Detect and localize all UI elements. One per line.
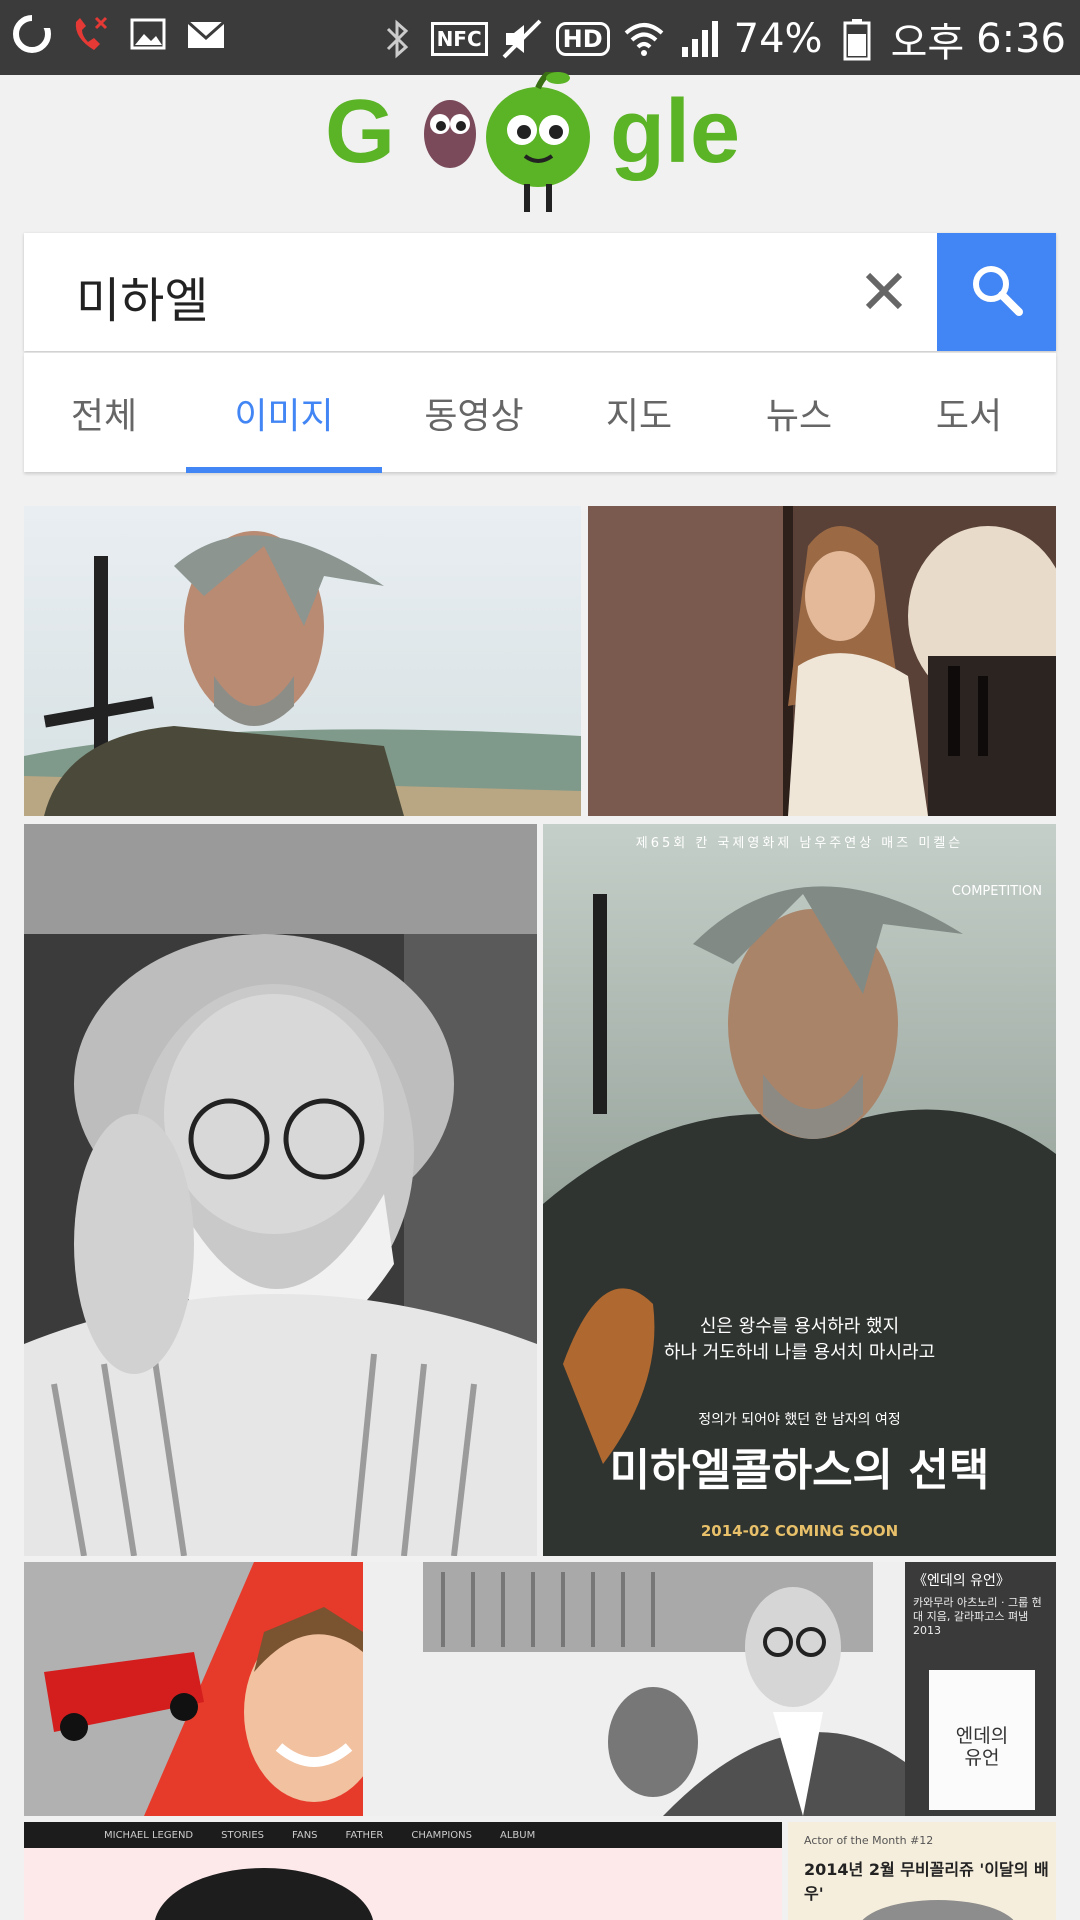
site-nav-item: STORIES: [221, 1829, 265, 1841]
poster-tagline-1: 신은 왕수를 용서하라 했지: [699, 1316, 900, 1337]
hd-icon: HD: [555, 22, 610, 56]
site-nav-item: FATHER: [345, 1829, 384, 1841]
image-result[interactable]: [363, 1562, 905, 1816]
app-icon: [10, 12, 54, 56]
site-nav-item: CHAMPIONS: [411, 1829, 472, 1841]
bluetooth-icon: [375, 17, 419, 61]
book-cover: 엔데의 유언: [929, 1670, 1035, 1810]
google-doodle-logo[interactable]: G gle: [320, 67, 760, 222]
tab-maps[interactable]: 지도: [574, 353, 704, 473]
book-cover-title: 엔데의 유언: [955, 1725, 1009, 1769]
tab-all[interactable]: 전체: [24, 353, 184, 473]
search-input[interactable]: 미하엘: [76, 261, 208, 331]
status-time: 6:36: [976, 16, 1066, 62]
poster-tagline-2: 하나 거도하네 나를 용서치 마시라고: [663, 1342, 936, 1363]
svg-text:gle: gle: [610, 82, 740, 182]
clear-icon[interactable]: [854, 261, 914, 321]
nfc-icon: NFC: [430, 22, 488, 56]
search-icon: [967, 260, 1027, 324]
tab-videos[interactable]: 동영상: [394, 353, 554, 473]
tab-images[interactable]: 이미지: [186, 353, 382, 473]
image-result[interactable]: [24, 506, 581, 816]
magazine-result[interactable]: Actor of the Month #12 2014년 2월 무비꼴리쥬 '이…: [788, 1822, 1056, 1920]
poster-title: 미하엘콜하스의 선택: [609, 1445, 990, 1496]
status-bar: NFC HD 74% 오후 6:36: [0, 0, 1080, 75]
wifi-icon: [622, 17, 666, 61]
image-result[interactable]: [24, 824, 537, 1556]
magazine-label: Actor of the Month #12: [804, 1834, 934, 1847]
mail-icon: [184, 12, 228, 56]
battery-icon: [835, 17, 879, 61]
book-result[interactable]: 《엔데의 유언》 카와무라 아츠노리 · 그룹 현대 지음, 갈라파고스 펴냄 …: [905, 1562, 1056, 1816]
image-icon: [126, 12, 170, 56]
status-ampm: 오후: [890, 20, 965, 66]
book-description: 카와무라 아츠노리 · 그룹 현대 지음, 갈라파고스 펴냄 2013: [913, 1596, 1042, 1637]
tab-news[interactable]: 뉴스: [724, 353, 874, 473]
search-button[interactable]: [937, 233, 1056, 351]
poster-festival-label: COMPETITION: [951, 884, 1042, 899]
missed-call-icon: [68, 12, 112, 56]
movie-poster-result[interactable]: 제65회 칸 국제영화제 남우주연상 매즈 미켈슨 COMPETITION 신은…: [543, 824, 1056, 1556]
site-nav-strip: MICHAEL LEGEND STORIES FANS FATHER CHAMP…: [24, 1822, 782, 1848]
tab-books[interactable]: 도서: [894, 353, 1044, 473]
image-result[interactable]: [588, 506, 1056, 816]
search-box: 미하엘: [24, 233, 1056, 351]
poster-award-line: 제65회 칸 국제영화제 남우주연상 매즈 미켈슨: [635, 836, 964, 851]
signal-icon: [678, 17, 722, 61]
book-heading: 《엔데의 유언》: [913, 1573, 1010, 1589]
site-nav-item: ALBUM: [500, 1829, 536, 1841]
poster-subtitle: 정의가 되어야 했던 한 남자의 여정: [698, 1412, 901, 1428]
poster-release: 2014-02 COMING SOON: [700, 1522, 899, 1540]
mute-icon: [500, 17, 544, 61]
svg-text:G: G: [325, 82, 395, 182]
image-result[interactable]: [24, 1562, 363, 1816]
search-tabs: 전체 이미지 동영상 지도 뉴스 도서: [24, 352, 1056, 473]
battery-percent: 74%: [733, 16, 823, 62]
site-nav-item: MICHAEL LEGEND: [104, 1829, 194, 1841]
image-result[interactable]: MICHAEL LEGEND STORIES FANS FATHER CHAMP…: [24, 1822, 782, 1920]
site-nav-item: FANS: [292, 1829, 318, 1841]
